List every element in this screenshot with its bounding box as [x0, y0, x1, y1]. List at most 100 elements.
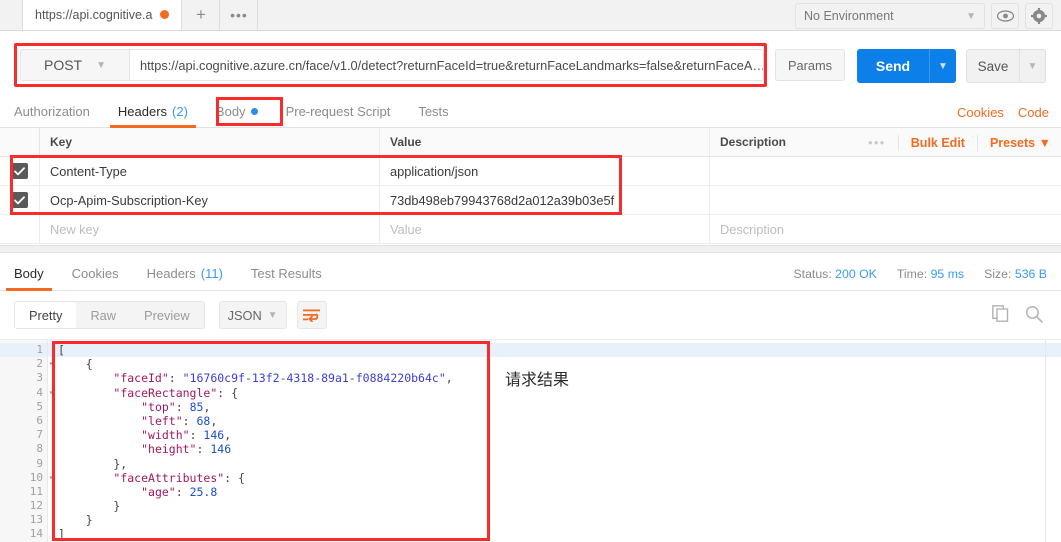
save-button[interactable]: Save — [966, 49, 1020, 83]
new-tab-button[interactable]: + — [182, 0, 221, 30]
cookies-link[interactable]: Cookies — [957, 105, 1004, 120]
response-tab-test-results[interactable]: Test Results — [237, 257, 336, 291]
size-label: Size: — [984, 267, 1012, 281]
url-input[interactable]: https://api.cognitive.azure.cn/face/v1.0… — [130, 49, 764, 81]
presets-button[interactable]: Presets ▼ — [990, 136, 1051, 150]
send-button[interactable]: Send — [857, 49, 929, 83]
row-description[interactable] — [710, 186, 1061, 214]
view-mode-pretty[interactable]: Pretty — [15, 302, 77, 328]
pane-divider[interactable] — [0, 245, 1061, 253]
response-meta: Status: 200 OK Time: 95 ms Size: 536 B — [793, 257, 1047, 291]
headers-table-actions: ••• Bulk Edit Presets ▼ — [868, 128, 1051, 157]
environment-select-label: No Environment — [804, 9, 894, 23]
send-options-button[interactable]: ▼ — [929, 49, 956, 83]
tab-tests[interactable]: Tests — [404, 96, 462, 128]
view-mode-segmented-control: Pretty Raw Preview — [14, 301, 205, 329]
tab-options-button[interactable]: ••• — [220, 0, 259, 30]
row-value[interactable]: 73db498eb79943768d2a012a39b03e5f — [380, 186, 710, 214]
response-tab-headers-label: Headers — [146, 266, 196, 281]
params-button[interactable]: Params — [775, 49, 845, 81]
row-checkbox-cell[interactable] — [0, 186, 40, 214]
tabstrip-left-spacer — [0, 0, 22, 30]
response-format-label: JSON — [227, 307, 262, 323]
environment-select[interactable]: No Environment ▼ — [795, 3, 985, 29]
line-number: 1▾ — [0, 343, 53, 358]
table-row[interactable]: Ocp-Apim-Subscription-Key 73db498eb79943… — [0, 186, 1061, 215]
table-row[interactable]: Content-Type application/json — [0, 157, 1061, 186]
presets-label: Presets — [989, 135, 1036, 150]
size-value: 536 B — [1014, 267, 1047, 281]
response-tab-headers[interactable]: Headers (11) — [133, 257, 237, 291]
tab-strip: https://api.cognitive.a + ••• No Environ… — [0, 0, 1061, 31]
tab-pre-request-script[interactable]: Pre-request Script — [272, 96, 405, 128]
line-number: 4 ▾ — [36, 385, 54, 399]
gear-icon[interactable] — [1025, 3, 1053, 29]
new-description-input[interactable]: Description — [710, 215, 1061, 243]
new-row-checkbox-cell — [0, 215, 40, 243]
eye-icon[interactable] — [991, 3, 1019, 29]
time-label: Time: — [896, 267, 928, 281]
code-line: ] — [58, 527, 65, 542]
code-line: } — [58, 513, 93, 528]
status-value: 200 OK — [835, 267, 877, 281]
column-key: Key — [40, 128, 380, 156]
chevron-down-icon: ▼ — [267, 309, 278, 321]
row-value[interactable]: application/json — [380, 157, 710, 185]
word-wrap-icon[interactable] — [296, 301, 327, 329]
code-line: "width": 146, — [141, 428, 232, 443]
time-value: 95 ms — [930, 267, 965, 281]
status-badge: Status: 200 OK — [793, 267, 876, 281]
code-line: } — [58, 499, 121, 514]
bulk-edit-button[interactable]: Bulk Edit — [911, 136, 965, 150]
rect-left-value: 68 — [196, 413, 211, 428]
response-format-select[interactable]: JSON ▼ — [218, 301, 287, 329]
line-number-gutter: 1▾ 2▾ 3 4▾ 5 6 7 8 9 10▾ 11 12 13 14 — [0, 340, 54, 542]
postman-window: https://api.cognitive.a + ••• No Environ… — [0, 0, 1061, 542]
new-header-row[interactable]: New key Value Description — [0, 215, 1061, 244]
http-method-select[interactable]: POST ▼ — [20, 49, 130, 81]
tab-body[interactable]: Body — [202, 96, 272, 128]
line-number: 14 — [29, 527, 43, 541]
line-number: 10 ▾ — [29, 470, 54, 484]
tab-authorization[interactable]: Authorization — [0, 96, 104, 128]
request-tab-label: https://api.cognitive.a — [35, 7, 153, 22]
row-checkbox[interactable] — [11, 163, 28, 179]
code-line: "age": 25.8 — [141, 484, 218, 499]
search-icon[interactable] — [1025, 305, 1043, 326]
code-link[interactable]: Code — [1018, 105, 1049, 120]
headers-table-header-row: Key Value Description ••• Bulk Edit Pres… — [0, 128, 1061, 157]
tab-authorization-label: Authorization — [14, 104, 90, 119]
row-key[interactable]: Ocp-Apim-Subscription-Key — [40, 186, 380, 214]
http-method-label: POST — [43, 57, 83, 73]
new-value-input[interactable]: Value — [380, 215, 710, 243]
new-key-input[interactable]: New key — [40, 215, 380, 243]
response-tab-body[interactable]: Body — [0, 257, 58, 291]
rect-height-value: 146 — [210, 442, 232, 457]
response-tab-cookies[interactable]: Cookies — [58, 257, 133, 291]
request-tabs: Authorization Headers (2) Body Pre-reque… — [0, 96, 1061, 128]
tab-headers-count: (2) — [172, 104, 188, 119]
save-options-button[interactable]: ▼ — [1020, 49, 1046, 83]
line-number: 5 — [36, 399, 43, 413]
row-checkbox[interactable] — [11, 192, 28, 208]
copy-icon[interactable] — [992, 305, 1009, 325]
request-tab[interactable]: https://api.cognitive.a — [22, 0, 183, 30]
line-number: 7 — [36, 428, 43, 442]
row-key[interactable]: Content-Type — [40, 157, 380, 185]
view-mode-preview[interactable]: Preview — [130, 302, 204, 328]
view-mode-raw[interactable]: Raw — [76, 302, 130, 328]
response-tab-test-results-label: Test Results — [250, 266, 322, 281]
response-tab-cookies-label: Cookies — [71, 266, 119, 281]
age-value: 25.8 — [189, 484, 218, 499]
code-line: [ — [48, 343, 1061, 358]
line-number: 8 — [36, 442, 43, 456]
tab-body-label: Body — [215, 104, 246, 119]
line-number: 3 — [36, 371, 43, 385]
tab-headers[interactable]: Headers (2) — [104, 96, 202, 128]
header-select-all-cell — [0, 128, 40, 156]
headers-more-icon[interactable]: ••• — [868, 136, 886, 150]
row-checkbox-cell[interactable] — [0, 157, 40, 185]
code-line: }, — [58, 456, 128, 471]
row-description[interactable] — [710, 157, 1061, 185]
column-value: Value — [380, 128, 710, 156]
